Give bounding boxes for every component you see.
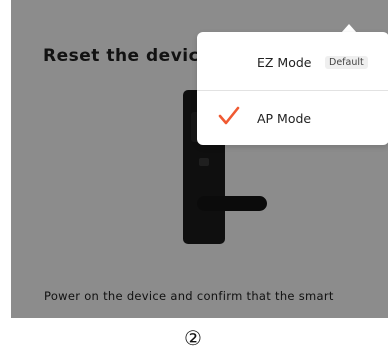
step-number: ② bbox=[184, 326, 202, 350]
app-screen: Reset the device Power on the device and… bbox=[11, 0, 388, 318]
ez-mode-option[interactable]: EZ Mode Default bbox=[197, 34, 388, 90]
default-badge: Default bbox=[325, 56, 368, 69]
mode-dropdown: EZ Mode Default AP Mode bbox=[197, 32, 388, 145]
checkmark-icon bbox=[218, 106, 240, 125]
ez-mode-label: EZ Mode bbox=[257, 55, 312, 70]
page: Reset the device Power on the device and… bbox=[0, 0, 388, 357]
ap-mode-label: AP Mode bbox=[257, 111, 312, 126]
ap-mode-option[interactable]: AP Mode bbox=[197, 90, 388, 146]
